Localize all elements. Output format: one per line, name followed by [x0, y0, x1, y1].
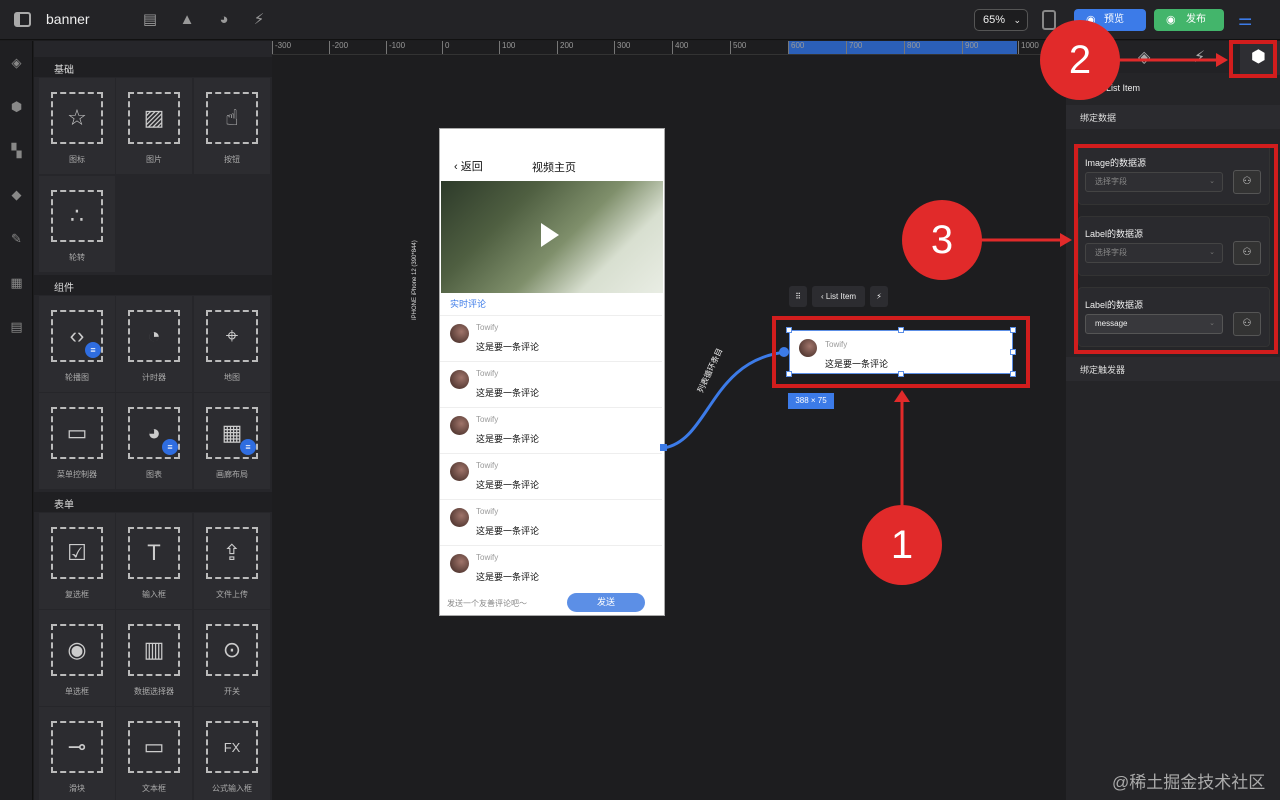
annotation-marker-3: 3 [902, 200, 982, 280]
annotation-marker-2: 2 [1040, 20, 1120, 100]
annotation-arrows [894, 53, 1228, 508]
watermark: @稀土掘金技术社区 [1112, 773, 1266, 792]
annotation-marker-1: 1 [862, 505, 942, 585]
